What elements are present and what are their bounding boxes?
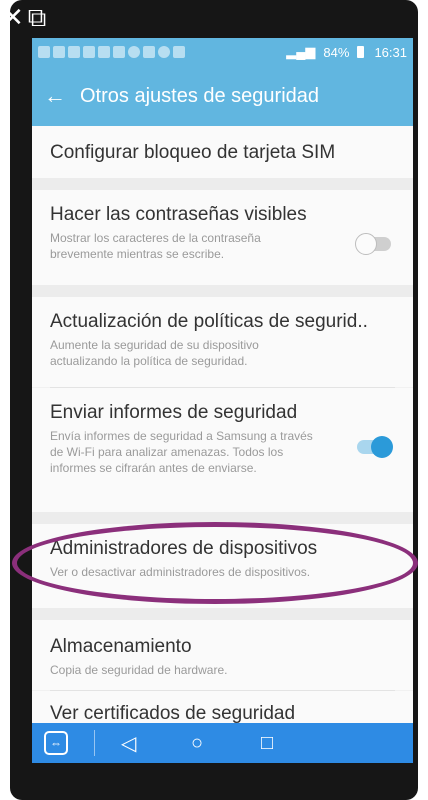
item-title: Actualización de políticas de segurid.. xyxy=(50,311,368,332)
item-title: Enviar informes de seguridad xyxy=(50,402,298,423)
item-title: Hacer las contraseñas visibles xyxy=(50,204,307,225)
window-controls: ✕ ⧉ xyxy=(2,4,46,30)
status-bar: ▂▄▆ 84% 16:31 xyxy=(32,38,413,66)
toggle-knob xyxy=(355,233,377,255)
item-title: Almacenamiento xyxy=(50,636,192,657)
item-subtitle: Envía informes de seguridad a Samsung a … xyxy=(50,429,313,475)
nav-separator xyxy=(94,730,95,756)
notification-icon xyxy=(113,46,125,58)
item-title: Administradores de dispositivos xyxy=(50,538,318,559)
settings-list: Configurar bloqueo de tarjeta SIM Hacer … xyxy=(32,126,413,751)
app-bar: ← Otros ajustes de seguridad xyxy=(32,66,413,126)
list-item-device-admins[interactable]: Administradores de dispositivos Ver o de… xyxy=(32,524,413,608)
list-item-sim-lock[interactable]: Configurar bloqueo de tarjeta SIM xyxy=(32,126,413,178)
status-right: ▂▄▆ 84% 16:31 xyxy=(286,44,407,60)
item-subtitle: Ver o desactivar administradores de disp… xyxy=(50,565,311,579)
notification-icons xyxy=(38,46,185,58)
battery-percent: 84% xyxy=(323,44,350,60)
battery-icon xyxy=(357,46,365,58)
section-gap xyxy=(32,512,413,524)
item-subtitle: Aumente la seguridad de su dispositivo a… xyxy=(50,338,259,368)
toggle-knob xyxy=(371,436,393,458)
nav-back-icon[interactable]: ◁ xyxy=(121,731,191,756)
signal-icon: ▂▄▆ xyxy=(286,44,316,59)
popout-icon[interactable]: ⧉ xyxy=(28,4,47,30)
notification-icon xyxy=(98,46,110,58)
clock: 16:31 xyxy=(374,44,407,60)
section-gap xyxy=(32,285,413,297)
security-reports-toggle[interactable] xyxy=(357,436,393,458)
item-title: Ver certificados de seguridad xyxy=(50,703,296,724)
notification-icon xyxy=(83,46,95,58)
list-item-policy-update[interactable]: Actualización de políticas de segurid.. … xyxy=(32,297,413,387)
notification-icon xyxy=(53,46,65,58)
section-gap xyxy=(32,178,413,190)
notification-icon xyxy=(173,46,185,58)
show-passwords-toggle[interactable] xyxy=(355,233,391,255)
phone-screen: ▂▄▆ 84% 16:31 ← Otros ajustes de segurid… xyxy=(32,38,413,762)
page-title: Otros ajustes de seguridad xyxy=(80,84,320,107)
item-subtitle: Copia de seguridad de hardware. xyxy=(50,663,228,677)
close-icon[interactable]: ✕ xyxy=(2,4,24,30)
nav-recents-icon[interactable]: □ xyxy=(261,732,331,755)
notification-icon xyxy=(128,46,140,58)
list-item-storage[interactable]: Almacenamiento Copia de seguridad de har… xyxy=(32,620,413,690)
section-gap xyxy=(32,608,413,620)
back-arrow-icon[interactable]: ← xyxy=(44,83,72,109)
remote-app-icon[interactable]: ⇔ xyxy=(44,731,68,755)
nav-home-icon[interactable]: ○ xyxy=(191,732,261,755)
nav-bar: ⇔ ◁ ○ □ xyxy=(32,723,413,763)
item-subtitle: Mostrar los caracteres de la contraseña … xyxy=(50,231,261,261)
notification-icon xyxy=(68,46,80,58)
notification-icon xyxy=(143,46,155,58)
notification-icon xyxy=(38,46,50,58)
list-item-security-reports[interactable]: Enviar informes de seguridad Envía infor… xyxy=(32,388,413,512)
item-title: Configurar bloqueo de tarjeta SIM xyxy=(50,142,336,163)
notification-icon xyxy=(158,46,170,58)
list-item-show-passwords[interactable]: Hacer las contraseñas visibles Mostrar l… xyxy=(32,190,413,285)
